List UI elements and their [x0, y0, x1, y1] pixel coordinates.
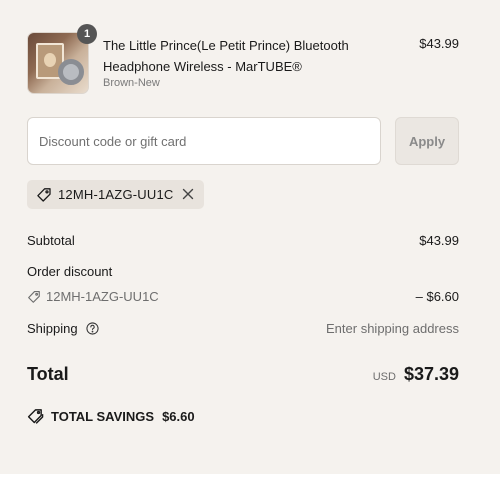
subtotal-value: $43.99: [419, 233, 459, 248]
close-icon[interactable]: [181, 187, 195, 201]
question-circle-icon[interactable]: [86, 322, 99, 335]
tag-icon: [37, 187, 51, 202]
total-amount-wrap: USD $37.39: [373, 364, 459, 385]
tag-icon: [28, 290, 40, 303]
product-image-headphones: [58, 59, 84, 85]
shipping-label: Shipping: [27, 321, 78, 336]
discount-code-text: 12MH-1AZG-UU1C: [46, 289, 159, 304]
order-discount-label: Order discount: [27, 264, 113, 279]
product-variant: Brown-New: [103, 77, 160, 89]
currency-code: USD: [372, 371, 396, 383]
shipping-label-wrap: Shipping: [27, 321, 99, 336]
applied-discount-chip: 12MH-1AZG-UU1C: [27, 180, 204, 209]
savings-value: $6.60: [162, 409, 195, 424]
total-label: Total: [27, 364, 69, 384]
shipping-value: Enter shipping address: [326, 321, 459, 336]
product-name: The Little Prince(Le Petit Prince) Bluet…: [103, 38, 349, 74]
total-savings: TOTAL SAVINGS $6.60: [27, 408, 195, 425]
savings-tags-icon: [27, 409, 44, 424]
cart-line-item: 1 The Little Prince(Le Petit Prince) Blu…: [27, 24, 459, 94]
savings-label: TOTAL SAVINGS: [51, 409, 155, 424]
applied-discount-code: 12MH-1AZG-UU1C: [58, 187, 174, 202]
total-value: $37.39: [403, 364, 459, 384]
discount-value: – $6.60: [415, 289, 459, 304]
quantity-badge: 1: [77, 24, 97, 44]
discount-code-line: 12MH-1AZG-UU1C: [27, 289, 159, 304]
discount-code-input[interactable]: [27, 117, 381, 165]
subtotal-label: Subtotal: [27, 233, 75, 248]
product-price: $43.99: [419, 36, 459, 51]
apply-button[interactable]: Apply: [395, 117, 459, 165]
